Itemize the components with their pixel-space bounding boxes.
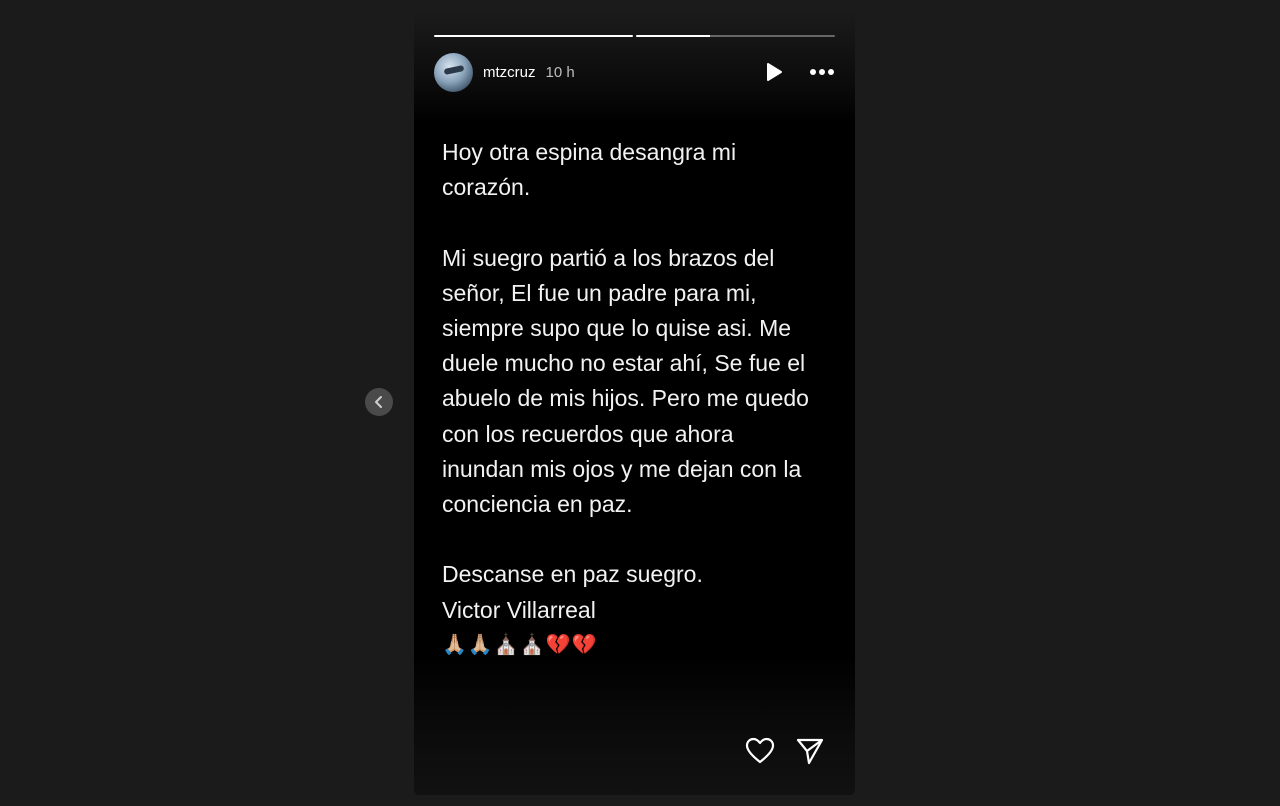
chevron-left-icon — [375, 396, 382, 408]
story-controls — [765, 62, 835, 82]
play-icon — [767, 63, 782, 81]
emoji-row: 🙏🏼🙏🏼⛪⛪💔💔 — [442, 632, 598, 656]
progress-segment-1 — [434, 35, 633, 37]
story-footer — [745, 737, 825, 765]
story-header: mtzcruz 10 h — [434, 52, 835, 92]
previous-story-button[interactable] — [365, 388, 393, 416]
progress-fill-2 — [636, 35, 710, 37]
more-options-button[interactable] — [809, 68, 835, 76]
like-button[interactable] — [745, 737, 775, 765]
more-options-icon — [810, 69, 834, 75]
username[interactable]: mtzcruz — [483, 64, 536, 81]
avatar[interactable] — [434, 52, 473, 92]
story-card[interactable]: mtzcruz 10 h Hoy otra espina desangra mi… — [414, 12, 855, 795]
post-time: 10 h — [545, 63, 575, 81]
bottom-gradient — [414, 655, 855, 795]
progress-fill-1 — [434, 35, 633, 37]
story-text: Hoy otra espina desangra mi corazón. Mi … — [442, 139, 809, 623]
share-button[interactable] — [795, 737, 825, 765]
send-icon — [796, 738, 824, 765]
story-progress — [434, 35, 835, 37]
story-viewer: mtzcruz 10 h Hoy otra espina desangra mi… — [0, 0, 1280, 806]
progress-segment-2 — [636, 35, 835, 37]
play-button[interactable] — [765, 62, 783, 82]
heart-icon — [745, 737, 775, 764]
